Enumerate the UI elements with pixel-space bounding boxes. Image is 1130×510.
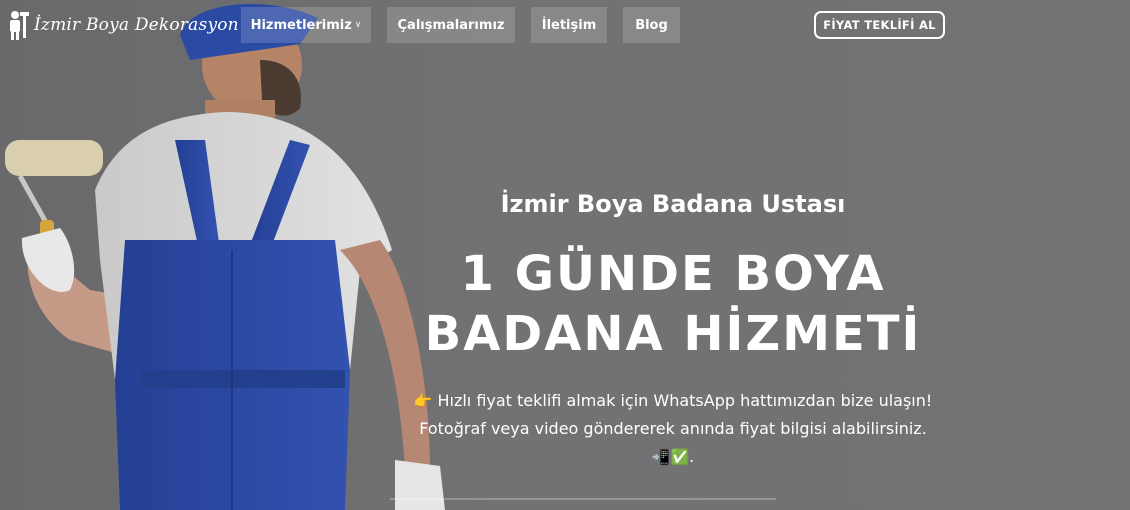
nav-item-label: Çalışmalarımız xyxy=(397,17,505,33)
phone-check-icon: 📲✅ xyxy=(651,448,690,466)
nav-item-calismalarimiz[interactable]: Çalışmalarımız xyxy=(387,7,515,43)
nav-item-hizmetlerimiz[interactable]: Hizmetlerimiz ∨ xyxy=(241,7,371,43)
nav-item-blog[interactable]: Blog xyxy=(623,7,680,43)
brand-logo[interactable]: İzmir Boya Dekorasyon xyxy=(8,10,239,40)
nav-item-iletisim[interactable]: İletişim xyxy=(531,7,607,43)
hero-pre-title: İzmir Boya Badana Ustası xyxy=(500,190,846,218)
desc-line-1: Hızlı fiyat teklifi almak için WhatsApp … xyxy=(437,391,933,410)
nav-item-label: Hizmetlerimiz xyxy=(250,17,352,33)
hero-section: İzmir Boya Dekorasyon Hizmetlerimiz ∨ Çal… xyxy=(0,0,1130,510)
hero-divider xyxy=(390,498,776,500)
nav-item-label: İletişim xyxy=(541,17,597,33)
main-nav: Hizmetlerimiz ∨ Çalışmalarımız İletişim B… xyxy=(241,7,696,43)
get-quote-label: FİYAT TEKLİFİ AL xyxy=(823,18,936,32)
desc-line-2: Fotoğraf veya video göndererek anında fi… xyxy=(419,419,927,438)
hero-headline: 1 GÜNDE BOYA BADANA HİZMETİ xyxy=(380,244,966,364)
headline-line-2: BADANA HİZMETİ xyxy=(424,306,922,362)
chevron-down-icon: ∨ xyxy=(354,20,362,30)
painter-logo-icon xyxy=(10,11,29,40)
brand-name: İzmir Boya Dekorasyon xyxy=(34,15,239,35)
desc-end-dot: . xyxy=(689,447,695,466)
get-quote-button[interactable]: FİYAT TEKLİFİ AL xyxy=(814,11,945,39)
hero-description: 👉 Hızlı fiyat teklifi almak için WhatsAp… xyxy=(380,387,966,471)
nav-item-label: Blog xyxy=(635,17,668,33)
pointing-hand-icon: 👉 xyxy=(413,392,433,410)
headline-line-1: 1 GÜNDE BOYA xyxy=(460,246,886,302)
